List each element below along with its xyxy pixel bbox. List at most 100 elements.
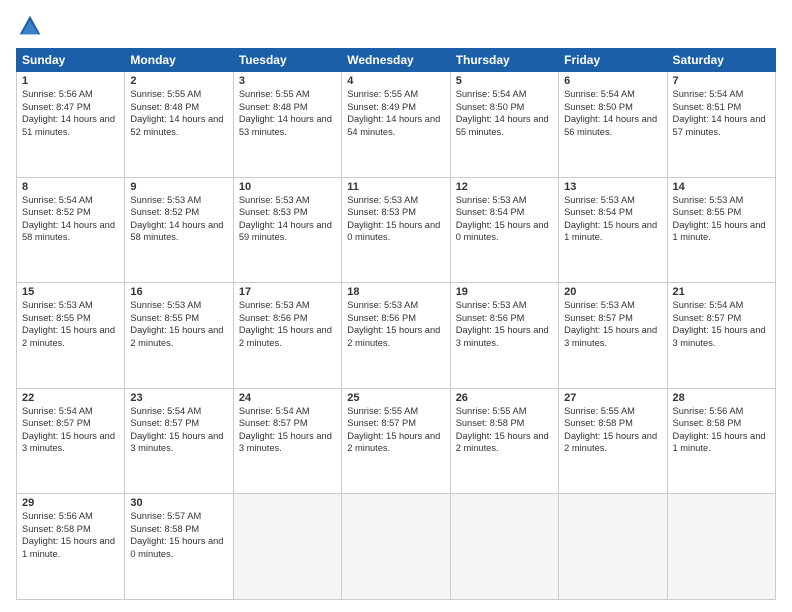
day-info: Sunrise: 5:54 AMSunset: 8:50 PMDaylight:… — [564, 88, 661, 138]
calendar-cell: 26Sunrise: 5:55 AMSunset: 8:58 PMDayligh… — [450, 388, 558, 494]
calendar-cell: 1Sunrise: 5:56 AMSunset: 8:47 PMDaylight… — [17, 72, 125, 178]
day-info: Sunrise: 5:53 AMSunset: 8:54 PMDaylight:… — [564, 194, 661, 244]
day-number: 6 — [564, 75, 661, 87]
day-info: Sunrise: 5:55 AMSunset: 8:49 PMDaylight:… — [347, 88, 444, 138]
calendar-cell: 4Sunrise: 5:55 AMSunset: 8:49 PMDaylight… — [342, 72, 450, 178]
calendar-cell: 5Sunrise: 5:54 AMSunset: 8:50 PMDaylight… — [450, 72, 558, 178]
calendar-cell: 18Sunrise: 5:53 AMSunset: 8:56 PMDayligh… — [342, 283, 450, 389]
day-number: 9 — [130, 181, 227, 193]
day-info: Sunrise: 5:55 AMSunset: 8:58 PMDaylight:… — [456, 405, 553, 455]
day-number: 11 — [347, 181, 444, 193]
day-number: 15 — [22, 286, 119, 298]
calendar-cell — [559, 494, 667, 600]
calendar-cell — [450, 494, 558, 600]
day-number: 14 — [673, 181, 770, 193]
calendar-cell: 6Sunrise: 5:54 AMSunset: 8:50 PMDaylight… — [559, 72, 667, 178]
day-of-week-header: Tuesday — [233, 49, 341, 72]
calendar-cell: 13Sunrise: 5:53 AMSunset: 8:54 PMDayligh… — [559, 177, 667, 283]
day-info: Sunrise: 5:54 AMSunset: 8:57 PMDaylight:… — [239, 405, 336, 455]
day-number: 21 — [673, 286, 770, 298]
calendar-cell: 29Sunrise: 5:56 AMSunset: 8:58 PMDayligh… — [17, 494, 125, 600]
day-number: 3 — [239, 75, 336, 87]
day-number: 30 — [130, 497, 227, 509]
day-number: 1 — [22, 75, 119, 87]
calendar-cell: 7Sunrise: 5:54 AMSunset: 8:51 PMDaylight… — [667, 72, 775, 178]
day-info: Sunrise: 5:55 AMSunset: 8:48 PMDaylight:… — [239, 88, 336, 138]
day-number: 20 — [564, 286, 661, 298]
calendar-cell: 11Sunrise: 5:53 AMSunset: 8:53 PMDayligh… — [342, 177, 450, 283]
day-number: 2 — [130, 75, 227, 87]
calendar-cell: 21Sunrise: 5:54 AMSunset: 8:57 PMDayligh… — [667, 283, 775, 389]
day-number: 18 — [347, 286, 444, 298]
day-info: Sunrise: 5:53 AMSunset: 8:56 PMDaylight:… — [347, 299, 444, 349]
day-number: 19 — [456, 286, 553, 298]
day-info: Sunrise: 5:53 AMSunset: 8:56 PMDaylight:… — [239, 299, 336, 349]
calendar-cell — [667, 494, 775, 600]
calendar-cell: 24Sunrise: 5:54 AMSunset: 8:57 PMDayligh… — [233, 388, 341, 494]
day-info: Sunrise: 5:53 AMSunset: 8:54 PMDaylight:… — [456, 194, 553, 244]
page: SundayMondayTuesdayWednesdayThursdayFrid… — [0, 0, 792, 612]
day-info: Sunrise: 5:53 AMSunset: 8:56 PMDaylight:… — [456, 299, 553, 349]
day-info: Sunrise: 5:55 AMSunset: 8:57 PMDaylight:… — [347, 405, 444, 455]
calendar-cell: 3Sunrise: 5:55 AMSunset: 8:48 PMDaylight… — [233, 72, 341, 178]
day-info: Sunrise: 5:56 AMSunset: 8:58 PMDaylight:… — [673, 405, 770, 455]
day-info: Sunrise: 5:53 AMSunset: 8:55 PMDaylight:… — [673, 194, 770, 244]
day-number: 12 — [456, 181, 553, 193]
day-info: Sunrise: 5:53 AMSunset: 8:55 PMDaylight:… — [130, 299, 227, 349]
day-info: Sunrise: 5:55 AMSunset: 8:58 PMDaylight:… — [564, 405, 661, 455]
day-number: 10 — [239, 181, 336, 193]
logo-icon — [16, 12, 44, 40]
day-info: Sunrise: 5:54 AMSunset: 8:57 PMDaylight:… — [22, 405, 119, 455]
day-number: 24 — [239, 392, 336, 404]
day-number: 23 — [130, 392, 227, 404]
calendar-cell: 20Sunrise: 5:53 AMSunset: 8:57 PMDayligh… — [559, 283, 667, 389]
day-of-week-header: Friday — [559, 49, 667, 72]
day-of-week-header: Wednesday — [342, 49, 450, 72]
day-number: 28 — [673, 392, 770, 404]
day-number: 26 — [456, 392, 553, 404]
day-of-week-header: Thursday — [450, 49, 558, 72]
day-number: 17 — [239, 286, 336, 298]
day-info: Sunrise: 5:53 AMSunset: 8:55 PMDaylight:… — [22, 299, 119, 349]
calendar-cell: 8Sunrise: 5:54 AMSunset: 8:52 PMDaylight… — [17, 177, 125, 283]
calendar-cell: 25Sunrise: 5:55 AMSunset: 8:57 PMDayligh… — [342, 388, 450, 494]
day-number: 22 — [22, 392, 119, 404]
day-number: 7 — [673, 75, 770, 87]
calendar-cell: 27Sunrise: 5:55 AMSunset: 8:58 PMDayligh… — [559, 388, 667, 494]
calendar-cell: 14Sunrise: 5:53 AMSunset: 8:55 PMDayligh… — [667, 177, 775, 283]
calendar-cell: 19Sunrise: 5:53 AMSunset: 8:56 PMDayligh… — [450, 283, 558, 389]
day-info: Sunrise: 5:53 AMSunset: 8:53 PMDaylight:… — [347, 194, 444, 244]
calendar-cell: 10Sunrise: 5:53 AMSunset: 8:53 PMDayligh… — [233, 177, 341, 283]
day-info: Sunrise: 5:55 AMSunset: 8:48 PMDaylight:… — [130, 88, 227, 138]
day-info: Sunrise: 5:53 AMSunset: 8:57 PMDaylight:… — [564, 299, 661, 349]
logo — [16, 12, 48, 40]
day-info: Sunrise: 5:56 AMSunset: 8:47 PMDaylight:… — [22, 88, 119, 138]
day-number: 29 — [22, 497, 119, 509]
day-of-week-header: Sunday — [17, 49, 125, 72]
calendar-table: SundayMondayTuesdayWednesdayThursdayFrid… — [16, 48, 776, 600]
day-info: Sunrise: 5:57 AMSunset: 8:58 PMDaylight:… — [130, 510, 227, 560]
day-number: 5 — [456, 75, 553, 87]
calendar-cell — [342, 494, 450, 600]
day-info: Sunrise: 5:56 AMSunset: 8:58 PMDaylight:… — [22, 510, 119, 560]
calendar-cell: 12Sunrise: 5:53 AMSunset: 8:54 PMDayligh… — [450, 177, 558, 283]
calendar-cell: 23Sunrise: 5:54 AMSunset: 8:57 PMDayligh… — [125, 388, 233, 494]
day-of-week-header: Saturday — [667, 49, 775, 72]
day-number: 8 — [22, 181, 119, 193]
calendar-cell: 28Sunrise: 5:56 AMSunset: 8:58 PMDayligh… — [667, 388, 775, 494]
calendar-cell — [233, 494, 341, 600]
day-number: 13 — [564, 181, 661, 193]
day-number: 16 — [130, 286, 227, 298]
header — [16, 12, 776, 40]
day-info: Sunrise: 5:54 AMSunset: 8:50 PMDaylight:… — [456, 88, 553, 138]
calendar-cell: 17Sunrise: 5:53 AMSunset: 8:56 PMDayligh… — [233, 283, 341, 389]
day-info: Sunrise: 5:54 AMSunset: 8:52 PMDaylight:… — [22, 194, 119, 244]
calendar-cell: 30Sunrise: 5:57 AMSunset: 8:58 PMDayligh… — [125, 494, 233, 600]
day-of-week-header: Monday — [125, 49, 233, 72]
day-info: Sunrise: 5:54 AMSunset: 8:57 PMDaylight:… — [130, 405, 227, 455]
day-info: Sunrise: 5:53 AMSunset: 8:52 PMDaylight:… — [130, 194, 227, 244]
calendar-cell: 9Sunrise: 5:53 AMSunset: 8:52 PMDaylight… — [125, 177, 233, 283]
calendar-cell: 15Sunrise: 5:53 AMSunset: 8:55 PMDayligh… — [17, 283, 125, 389]
day-number: 25 — [347, 392, 444, 404]
day-info: Sunrise: 5:53 AMSunset: 8:53 PMDaylight:… — [239, 194, 336, 244]
